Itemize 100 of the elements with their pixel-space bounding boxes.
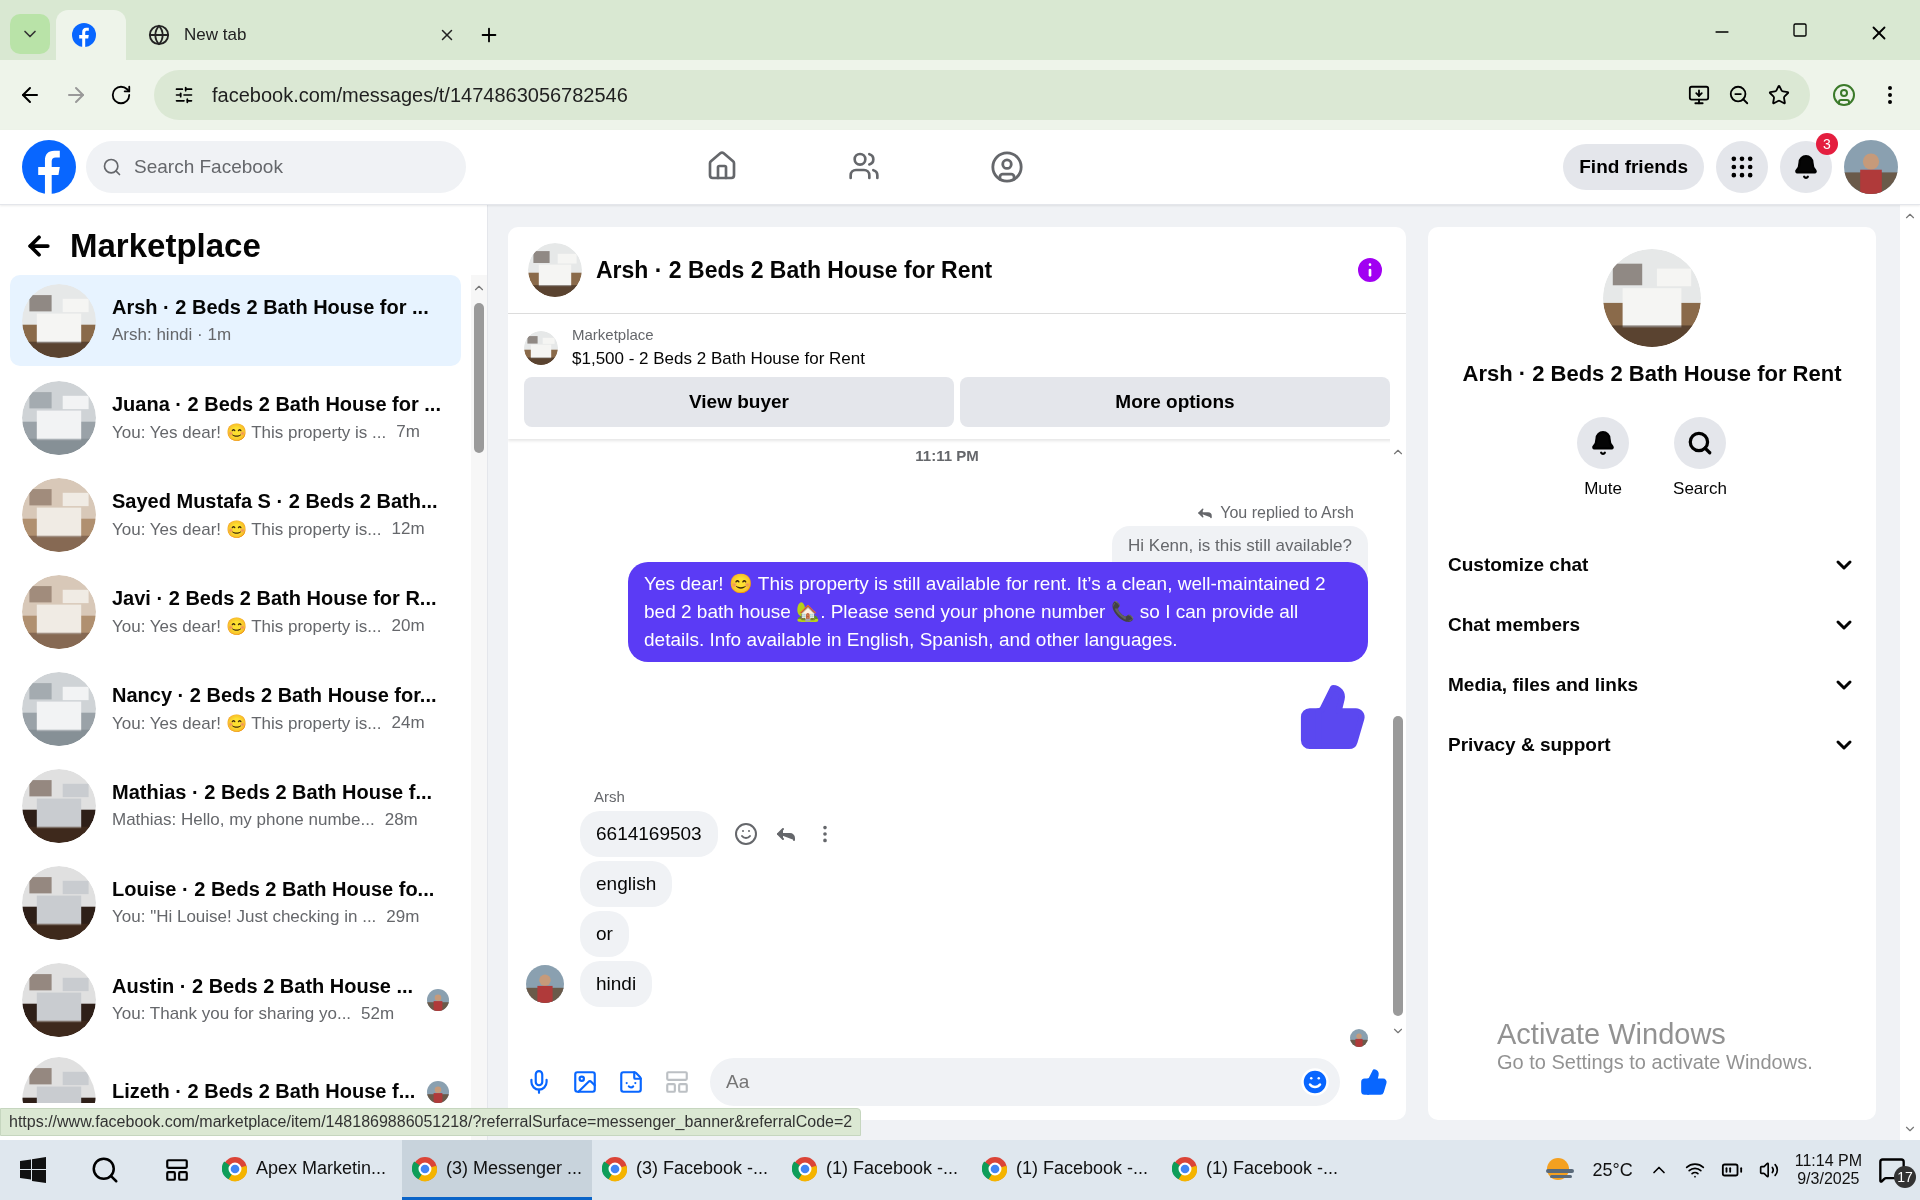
like-icon bbox=[1298, 682, 1368, 752]
search-icon[interactable] bbox=[90, 1155, 120, 1185]
chat-title: Arsh · 2 Beds 2 Bath House for Rent bbox=[596, 256, 994, 284]
photo-icon[interactable] bbox=[572, 1069, 598, 1095]
taskbar-app[interactable]: (1) Facebook -... bbox=[972, 1140, 1162, 1200]
conversation-title: Sayed Mustafa S · 2 Beds 2 Bath... bbox=[112, 489, 439, 513]
search-field[interactable]: Search Facebook bbox=[86, 141, 466, 193]
conversation-item[interactable]: Javi · 2 Beds 2 Bath House for R... You: Yes dear! 😊 This property is... 20m bbox=[10, 566, 461, 657]
url-text: facebook.com/messages/t/1474863056782546 bbox=[212, 83, 629, 107]
listing-title[interactable]: $1,500 - 2 Beds 2 Bath House for Rent bbox=[572, 349, 865, 369]
info-section[interactable]: Media, files and links bbox=[1428, 655, 1876, 715]
conversation-item[interactable]: Louise · 2 Beds 2 Bath House fo... You: "Hi Louise! Just checking in ... 29m bbox=[10, 857, 461, 948]
notification-count: 17 bbox=[1894, 1166, 1916, 1188]
browser-tab[interactable] bbox=[56, 10, 126, 60]
sender-name: Arsh bbox=[594, 788, 626, 805]
listing-button[interactable]: More options bbox=[960, 377, 1390, 427]
info-section[interactable]: Chat members bbox=[1428, 595, 1876, 655]
conversation-preview: You: Yes dear! 😊 This property is... bbox=[112, 518, 382, 540]
conversation-time: 28m bbox=[384, 810, 418, 830]
conversation-title: Austin · 2 Beds 2 Bath House ... bbox=[112, 975, 411, 998]
conversation-time: 12m bbox=[391, 518, 425, 540]
task-view-icon[interactable] bbox=[164, 1157, 190, 1183]
install-icon[interactable] bbox=[1688, 84, 1710, 106]
info-section[interactable]: Privacy & support bbox=[1428, 715, 1876, 775]
windows-logo[interactable] bbox=[20, 1157, 46, 1183]
conversation-item[interactable]: Arsh · 2 Beds 2 Bath House for ... Arsh: hindi · 1m bbox=[10, 275, 461, 366]
facebook-logo[interactable] bbox=[22, 140, 76, 194]
restore-icon[interactable] bbox=[1792, 22, 1808, 38]
browser-icon bbox=[222, 1155, 248, 1182]
address-bar[interactable]: facebook.com/messages/t/1474863056782546 bbox=[154, 70, 1810, 120]
profile-icon[interactable] bbox=[1832, 83, 1856, 107]
reply-note: You replied to Arsh bbox=[1220, 504, 1354, 522]
sidebar-title: Marketplace bbox=[70, 227, 261, 265]
taskbar-app[interactable]: (1) Facebook -... bbox=[1162, 1140, 1352, 1200]
clock[interactable]: 11:14 PM 9/3/2025 bbox=[1794, 1152, 1862, 1188]
browser-tab[interactable]: New tab bbox=[132, 10, 472, 60]
conversation-preview: Arsh: hindi · 1m bbox=[112, 325, 232, 345]
notification-badge: 3 bbox=[1816, 133, 1838, 155]
conversation-preview: You: Yes dear! 😊 This property is... bbox=[112, 712, 382, 734]
conversation-title: Juana · 2 Beds 2 Bath House for ... bbox=[112, 392, 442, 416]
conversation-time: 20m bbox=[391, 615, 425, 637]
conversation-preview: You: Yes dear! 😊 This property is... bbox=[112, 615, 382, 637]
conversation-title: Nancy · 2 Beds 2 Bath House for... bbox=[112, 683, 438, 707]
conversation-title: Javi · 2 Beds 2 Bath House for R... bbox=[112, 586, 438, 610]
conversation-time: 29m bbox=[386, 907, 420, 927]
conversation-title: Mathias · 2 Beds 2 Bath House f... bbox=[112, 781, 434, 804]
conversation-item[interactable]: Nancy · 2 Beds 2 Bath House for... You: Yes dear! 😊 This property is... 24m bbox=[10, 663, 461, 754]
info-section[interactable]: Customize chat bbox=[1428, 535, 1876, 595]
bell-icon bbox=[1793, 154, 1819, 180]
taskbar-app[interactable]: (3) Messenger ... bbox=[402, 1140, 592, 1200]
bookmark-icon[interactable] bbox=[1768, 84, 1790, 106]
find-friends-button[interactable]: Find friends bbox=[1563, 144, 1704, 190]
taskbar-app[interactable]: (3) Facebook -... bbox=[592, 1140, 782, 1200]
groups-icon[interactable] bbox=[989, 150, 1024, 184]
notifications-button[interactable] bbox=[1780, 141, 1832, 193]
conversation-time: 24m bbox=[391, 712, 425, 734]
status-url: https://www.facebook.com/marketplace/item/1481869886051218/?referralSurface=messenger_banner&referralCode=2 bbox=[0, 1108, 862, 1136]
like-icon[interactable] bbox=[1360, 1068, 1388, 1096]
conversation-item[interactable]: Mathias · 2 Beds 2 Bath House f... Mathias: Hello, my phone numbe... 28m bbox=[10, 760, 461, 851]
message-field[interactable]: Aa bbox=[710, 1058, 1340, 1106]
conversation-time: 52m bbox=[361, 1004, 395, 1024]
apps-button[interactable] bbox=[1716, 141, 1768, 193]
incoming-message: english bbox=[580, 861, 673, 907]
wifi-icon[interactable] bbox=[1684, 1160, 1705, 1180]
friends-icon[interactable] bbox=[847, 150, 880, 182]
conversation-preview: Mathias: Hello, my phone numbe... bbox=[112, 810, 375, 830]
incoming-message: or bbox=[580, 911, 629, 957]
zoom-out-icon[interactable] bbox=[1728, 84, 1750, 106]
conversation-preview: You: Yes dear! 😊 This property is ... bbox=[112, 421, 387, 443]
search-icon bbox=[102, 157, 122, 177]
activation-title: Activate Windows bbox=[1497, 1018, 1727, 1051]
taskbar-app[interactable]: (1) Facebook -... bbox=[782, 1140, 972, 1200]
conversation-item[interactable]: Austin · 2 Beds 2 Bath House ... You: Thank you for sharing yo... 52m bbox=[10, 954, 461, 1045]
conversation-title: Louise · 2 Beds 2 Bath House fo... bbox=[112, 878, 436, 901]
conversation-preview: You: Thank you for sharing yo... bbox=[112, 1004, 352, 1024]
reload-icon[interactable] bbox=[110, 84, 132, 106]
volume-icon[interactable] bbox=[1758, 1160, 1779, 1180]
listing-button[interactable]: View buyer bbox=[524, 377, 954, 427]
browser-icon bbox=[412, 1155, 438, 1182]
site-settings-icon[interactable] bbox=[174, 85, 194, 105]
incoming-message: hindi bbox=[580, 961, 653, 1007]
scrollbar-thumb[interactable] bbox=[1393, 716, 1403, 1016]
conversation-item[interactable]: Juana · 2 Beds 2 Bath House for ... You: Yes dear! 😊 This property is ... 7m bbox=[10, 372, 461, 463]
conversation-title: Arsh · 2 Beds 2 Bath House for ... bbox=[112, 296, 430, 319]
search-button[interactable] bbox=[1674, 417, 1726, 469]
action-label: Mute bbox=[1584, 479, 1622, 499]
search-icon bbox=[1687, 430, 1713, 456]
message-timestamp: 11:11 PM bbox=[915, 447, 979, 464]
conversation-time: 7m bbox=[396, 421, 420, 443]
facebook-logo[interactable] bbox=[72, 23, 96, 47]
incoming-message: 6614169503 bbox=[580, 811, 718, 857]
scrollbar-thumb[interactable] bbox=[474, 303, 484, 453]
taskbar-app[interactable]: Apex Marketin... bbox=[212, 1140, 402, 1200]
globe-icon bbox=[148, 24, 170, 46]
conversation-item[interactable]: Sayed Mustafa S · 2 Beds 2 Bath... You: Yes dear! 😊 This property is... 12m bbox=[10, 469, 461, 560]
outgoing-message: Yes dear! 😊 This property is still available for rent. It’s a clean, well-maintained 2 bed 2 bath house 🏡. Please send your phone number 📞 so I can provide all details. Info available in English, Spanish, and other languages. bbox=[628, 562, 1368, 662]
temperature: 25°C bbox=[1592, 1159, 1633, 1181]
sticker-icon[interactable] bbox=[618, 1069, 644, 1095]
react-icon[interactable] bbox=[733, 822, 758, 846]
listing-label: Marketplace bbox=[572, 326, 655, 343]
